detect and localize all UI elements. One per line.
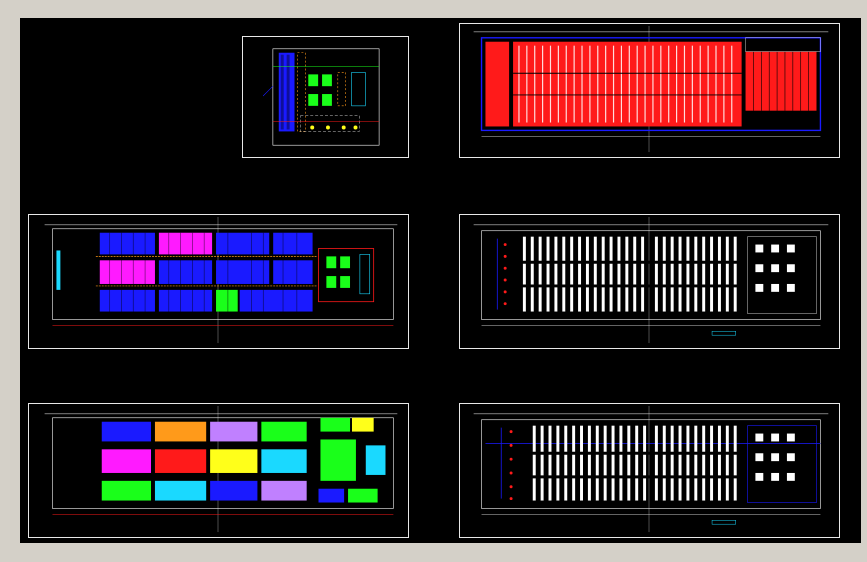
sheet-white-racking-a[interactable] xyxy=(459,214,840,349)
cad-model-space[interactable] xyxy=(20,18,861,543)
sheet-white-racking-b[interactable] xyxy=(459,403,840,538)
mezzanine-plan xyxy=(262,48,380,146)
color-zoning-plan xyxy=(44,216,398,344)
white-racking-plan-b xyxy=(473,405,829,533)
sheet-mezzanine[interactable] xyxy=(242,36,409,158)
block-zoning-plan xyxy=(44,405,398,533)
red-racking-plan xyxy=(473,25,829,153)
white-racking-plan-a xyxy=(473,216,829,344)
sheet-block-zoning[interactable] xyxy=(28,403,409,538)
sheet-color-zoning[interactable] xyxy=(28,214,409,349)
sheet-red-racking[interactable] xyxy=(459,23,840,158)
